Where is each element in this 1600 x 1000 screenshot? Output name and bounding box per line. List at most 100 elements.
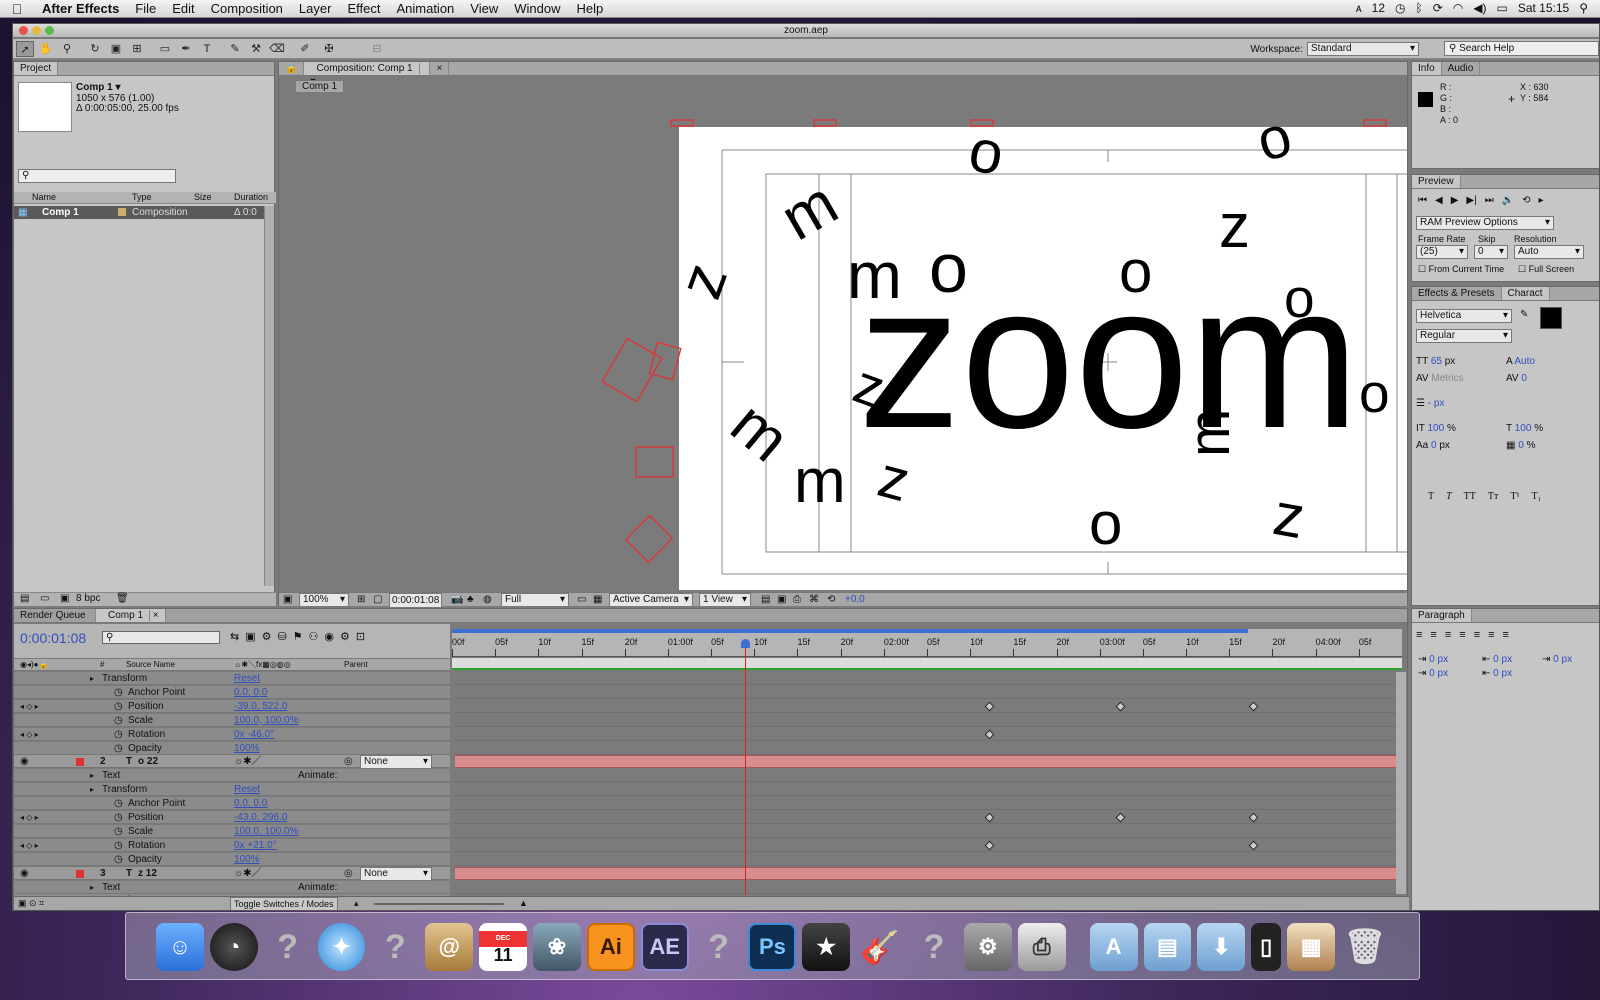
trash-icon[interactable]: 🗑 <box>116 593 129 604</box>
flowchart-icon[interactable]: ⌘ <box>809 593 819 606</box>
property-row[interactable]: ◷ Opacity 100% <box>14 852 450 866</box>
layer-name[interactable]: o 22 <box>138 755 158 768</box>
time-machine-icon[interactable]: ◷ <box>1395 1 1405 15</box>
bpc-label[interactable]: 8 bpc <box>76 593 100 604</box>
label-color-swatch[interactable] <box>76 869 84 878</box>
property-value[interactable]: 100.0, 100.0% <box>234 714 299 727</box>
stopwatch-icon[interactable]: ◷ <box>114 853 123 866</box>
letter-layer[interactable]: m <box>794 447 846 516</box>
property-track[interactable] <box>455 852 1403 866</box>
col-type[interactable]: Type <box>132 192 152 202</box>
unknown-app-icon[interactable]: ? <box>371 923 419 971</box>
rotate-tool-icon[interactable]: ↻ <box>86 41 104 57</box>
address-book-icon[interactable]: @ <box>425 923 474 971</box>
col-name[interactable]: Name <box>32 192 56 202</box>
property-track[interactable] <box>455 672 1403 685</box>
property-track[interactable] <box>455 824 1403 838</box>
prev-frame-icon[interactable]: ◀ <box>1435 195 1443 206</box>
pan-behind-tool-icon[interactable]: ⊞ <box>128 41 146 57</box>
tab-effects-presets[interactable]: Effects & Presets <box>1412 287 1502 300</box>
volume-icon[interactable]: ◀) <box>1473 1 1486 15</box>
camera-tool-icon[interactable]: ▣ <box>107 41 125 57</box>
current-time-field[interactable]: 0:00:01:08 <box>389 593 443 608</box>
letter-layer[interactable]: o <box>1089 490 1122 557</box>
channel-icon[interactable]: ◍ <box>483 593 492 606</box>
exposure-value[interactable]: +0.0 <box>845 593 865 606</box>
property-track[interactable] <box>455 699 1403 713</box>
property-row[interactable]: ▸ Transform Reset <box>14 783 450 797</box>
all-caps-icon[interactable]: TT <box>1464 491 1476 502</box>
tracking-value[interactable]: 0 <box>1521 373 1527 384</box>
layer-duration-bar[interactable] <box>455 755 1403 769</box>
ram-preview-select[interactable]: RAM Preview Options <box>1416 216 1554 230</box>
stopwatch-icon[interactable]: ◷ <box>114 728 123 741</box>
applications-folder-icon[interactable]: A <box>1089 923 1138 971</box>
downloads-folder-icon[interactable]: ⬇ <box>1197 923 1246 971</box>
stopwatch-icon[interactable]: ◷ <box>114 811 123 824</box>
after-effects-icon[interactable]: AE <box>640 923 689 971</box>
first-line-indent-value[interactable]: 0 px <box>1553 654 1572 665</box>
property-value[interactable]: Animate: <box>298 769 337 782</box>
toggle-pixel-icon[interactable]: ▤ <box>761 593 770 606</box>
zoom-in-icon[interactable]: ▲ <box>519 897 528 910</box>
camera-select[interactable]: Active Camera <box>609 593 693 607</box>
col-size[interactable]: Size <box>194 192 212 202</box>
project-search-input[interactable]: ⚲ <box>18 169 176 183</box>
brush-tool-icon[interactable]: ✎ <box>226 41 244 57</box>
documents-folder-icon[interactable]: ▤ <box>1143 923 1192 971</box>
last-frame-icon[interactable]: ⏭ <box>1485 195 1494 206</box>
zoom-tool-icon[interactable]: ⚲ <box>58 41 76 57</box>
tab-preview[interactable]: Preview <box>1412 175 1461 188</box>
zoom-out-icon[interactable]: ▴ <box>354 897 359 910</box>
visibility-icon[interactable]: ◉ <box>20 755 29 768</box>
property-value[interactable]: 0x -46.0° <box>234 728 274 741</box>
font-style-select[interactable]: Regular <box>1416 329 1512 343</box>
battery-icon[interactable]: ▭ <box>1496 1 1507 15</box>
indent-right-value[interactable]: 0 px <box>1493 654 1512 665</box>
letter-layer[interactable]: o <box>1359 362 1390 424</box>
loop-icon[interactable]: ⟲ <box>1522 195 1530 206</box>
justify-right-icon[interactable]: ≡ <box>1488 629 1494 641</box>
font-size-value[interactable]: 65 <box>1431 356 1442 367</box>
stopwatch-icon[interactable]: ◷ <box>114 797 123 810</box>
property-track[interactable] <box>455 797 1403 811</box>
keyframe-navigator-icon[interactable]: ◂ ◇ ▸ <box>20 728 39 741</box>
property-row[interactable]: ◷ Anchor Point 0.0, 0.0 <box>14 685 450 699</box>
font-family-select[interactable]: Helvetica <box>1416 309 1512 323</box>
first-frame-icon[interactable]: ⏮ <box>1418 195 1427 206</box>
property-track[interactable] <box>455 880 1403 894</box>
property-row[interactable]: ◂ ◇ ▸ ◷ Rotation 0x -46.0° <box>14 727 450 741</box>
next-frame-icon[interactable]: ▶| <box>1466 195 1476 206</box>
zoom-icon[interactable] <box>45 26 54 35</box>
property-row[interactable]: ◷ Opacity 100% <box>14 741 450 755</box>
letter-layer[interactable]: o <box>929 229 968 307</box>
stroke-width-value[interactable]: - px <box>1428 398 1445 409</box>
menu-window[interactable]: Window <box>506 1 568 16</box>
label-color-swatch[interactable] <box>76 758 84 767</box>
mask-icon[interactable]: ▢ <box>373 593 382 606</box>
property-value[interactable]: 100.0, 100.0% <box>234 825 299 838</box>
menu-edit[interactable]: Edit <box>164 1 202 16</box>
audio-icon[interactable]: 🔊 <box>1502 195 1514 206</box>
clone-tool-icon[interactable]: ⚒ <box>247 41 265 57</box>
horizontal-scale-value[interactable]: 100 <box>1515 423 1532 434</box>
menu-clock[interactable]: Sat 15:15 <box>1518 1 1569 15</box>
expand-triangle-icon[interactable]: ▸ <box>90 769 94 782</box>
letter-layer[interactable]: o <box>1119 238 1152 305</box>
layer-switch-icons[interactable]: ☼✱／ <box>234 867 262 880</box>
dashboard-icon[interactable]: ◔ <box>209 923 258 971</box>
transparency-grid-icon[interactable]: ▦ <box>593 593 602 606</box>
justify-left-icon[interactable]: ≡ <box>1459 629 1465 641</box>
project-comp-name[interactable]: Comp 1 ▾ <box>76 82 120 93</box>
tab-paragraph[interactable]: Paragraph <box>1412 609 1472 622</box>
parent-select[interactable]: None <box>360 755 432 770</box>
timeline-switches-icons[interactable]: ⇆▣⚙⛁⚑⚇◉⚙⊡ <box>230 630 371 643</box>
faux-italic-icon[interactable]: T <box>1446 491 1452 502</box>
property-row[interactable]: ◷ Anchor Point 0.0, 0.0 <box>14 797 450 811</box>
time-ruler[interactable]: 00f 05f 10f 15f 20f 01:00f 05f 10f 15f 20f 02:00f 0… <box>452 629 1402 657</box>
layer-switches-icon[interactable]: ☼✱＼fx▦◎◍◎ <box>234 659 291 671</box>
subscript-icon[interactable]: T₁ <box>1531 491 1541 502</box>
comp-viewer[interactable]: zoom m o z o m z o m o z m m z o z m o o <box>279 92 1407 590</box>
expand-triangle-icon[interactable]: ▸ <box>90 881 94 894</box>
always-preview-icon[interactable]: ▣ <box>283 593 292 606</box>
